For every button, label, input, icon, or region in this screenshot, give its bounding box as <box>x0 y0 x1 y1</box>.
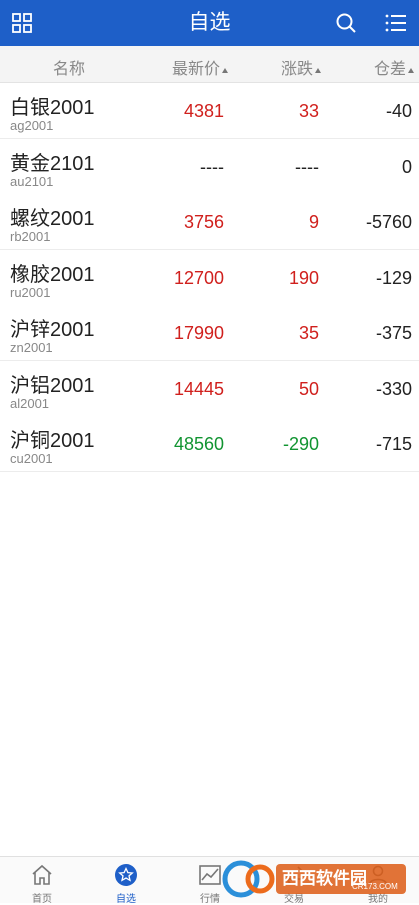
contract-name: 橡胶2001 <box>10 263 95 286</box>
star-icon <box>115 864 137 886</box>
contract-name: 沪铝2001 <box>10 374 95 397</box>
contract-code: cu2001 <box>10 451 53 466</box>
chart-icon <box>199 865 221 885</box>
open-interest-diff: -129 <box>375 267 412 288</box>
open-interest-diff: 0 <box>401 156 412 177</box>
price-change: 33 <box>298 101 319 121</box>
tab-label: 自选 <box>116 894 136 905</box>
contract-name: 螺纹2001 <box>10 208 95 230</box>
open-interest-diff: -375 <box>375 323 412 343</box>
table-row[interactable]: 橡胶2001 ru2001 12700 190 -129 <box>0 249 419 306</box>
last-price: 48560 <box>173 434 224 454</box>
col-diff-sort[interactable]: 仓差 <box>374 55 415 79</box>
price-change: 50 <box>298 378 319 399</box>
table-row[interactable]: 白银2001 ag2001 4381 33 -40 <box>0 83 419 139</box>
home-icon <box>32 864 52 885</box>
price-change: 35 <box>298 323 319 343</box>
contract-name: 沪铜2001 <box>10 430 95 452</box>
last-price: 12700 <box>173 267 224 288</box>
sort-indicator-icon <box>408 68 415 73</box>
table-row[interactable]: 黄金2101 au2101 ---- ---- 0 <box>0 138 419 195</box>
last-price: 3756 <box>183 212 224 232</box>
price-change: 190 <box>288 267 319 288</box>
watermark-site: CR173.COM <box>352 882 398 891</box>
contract-name: 黄金2101 <box>10 152 95 175</box>
last-price: 14445 <box>173 378 224 399</box>
contract-name: 白银2001 <box>10 97 95 119</box>
contract-name: 沪锌2001 <box>10 319 95 341</box>
list-menu-icon[interactable] <box>384 11 408 35</box>
contract-code: au2101 <box>10 173 54 189</box>
app-header: 自选 <box>0 0 419 46</box>
sort-indicator-icon <box>315 68 322 73</box>
price-change: -290 <box>282 434 319 454</box>
col-price-label: 最新价 <box>172 61 221 78</box>
col-change-label: 涨跌 <box>281 61 314 78</box>
contract-code: ru2001 <box>10 284 51 300</box>
table-row[interactable]: 螺纹2001 rb2001 3756 9 -5760 <box>0 194 419 250</box>
tab-label: 首页 <box>32 894 52 905</box>
sort-indicator-icon <box>222 68 229 73</box>
open-interest-diff: -330 <box>375 378 412 399</box>
tab-watchlist[interactable]: 自选 <box>84 857 168 905</box>
table-row[interactable]: 沪铜2001 cu2001 48560 -290 -715 <box>0 416 419 472</box>
table-row[interactable]: 沪铝2001 al2001 14445 50 -330 <box>0 360 419 417</box>
column-header-bar: 名称 最新价 涨跌 仓差 <box>0 46 419 83</box>
open-interest-diff: -5760 <box>365 212 412 232</box>
last-price: 4381 <box>183 101 224 121</box>
col-change-sort[interactable]: 涨跌 <box>281 55 322 79</box>
watermark-overlay: 西西软件园 CR173.COM <box>222 860 412 898</box>
col-name: 名称 <box>53 61 86 78</box>
search-icon[interactable] <box>334 11 358 35</box>
last-price: 17990 <box>173 323 224 343</box>
contract-code: rb2001 <box>10 229 51 244</box>
open-interest-diff: -715 <box>375 434 412 454</box>
open-interest-diff: -40 <box>385 101 412 121</box>
table-row[interactable]: 沪锌2001 zn2001 17990 35 -375 <box>0 305 419 361</box>
tab-home[interactable]: 首页 <box>0 857 84 905</box>
last-price: ---- <box>200 156 224 177</box>
col-price-sort[interactable]: 最新价 <box>172 55 229 79</box>
col-diff-label: 仓差 <box>374 61 407 78</box>
contract-code: zn2001 <box>10 340 53 355</box>
price-change: 9 <box>308 212 319 232</box>
price-change: ---- <box>295 156 319 177</box>
contract-code: al2001 <box>10 395 50 411</box>
contract-code: ag2001 <box>10 118 54 133</box>
